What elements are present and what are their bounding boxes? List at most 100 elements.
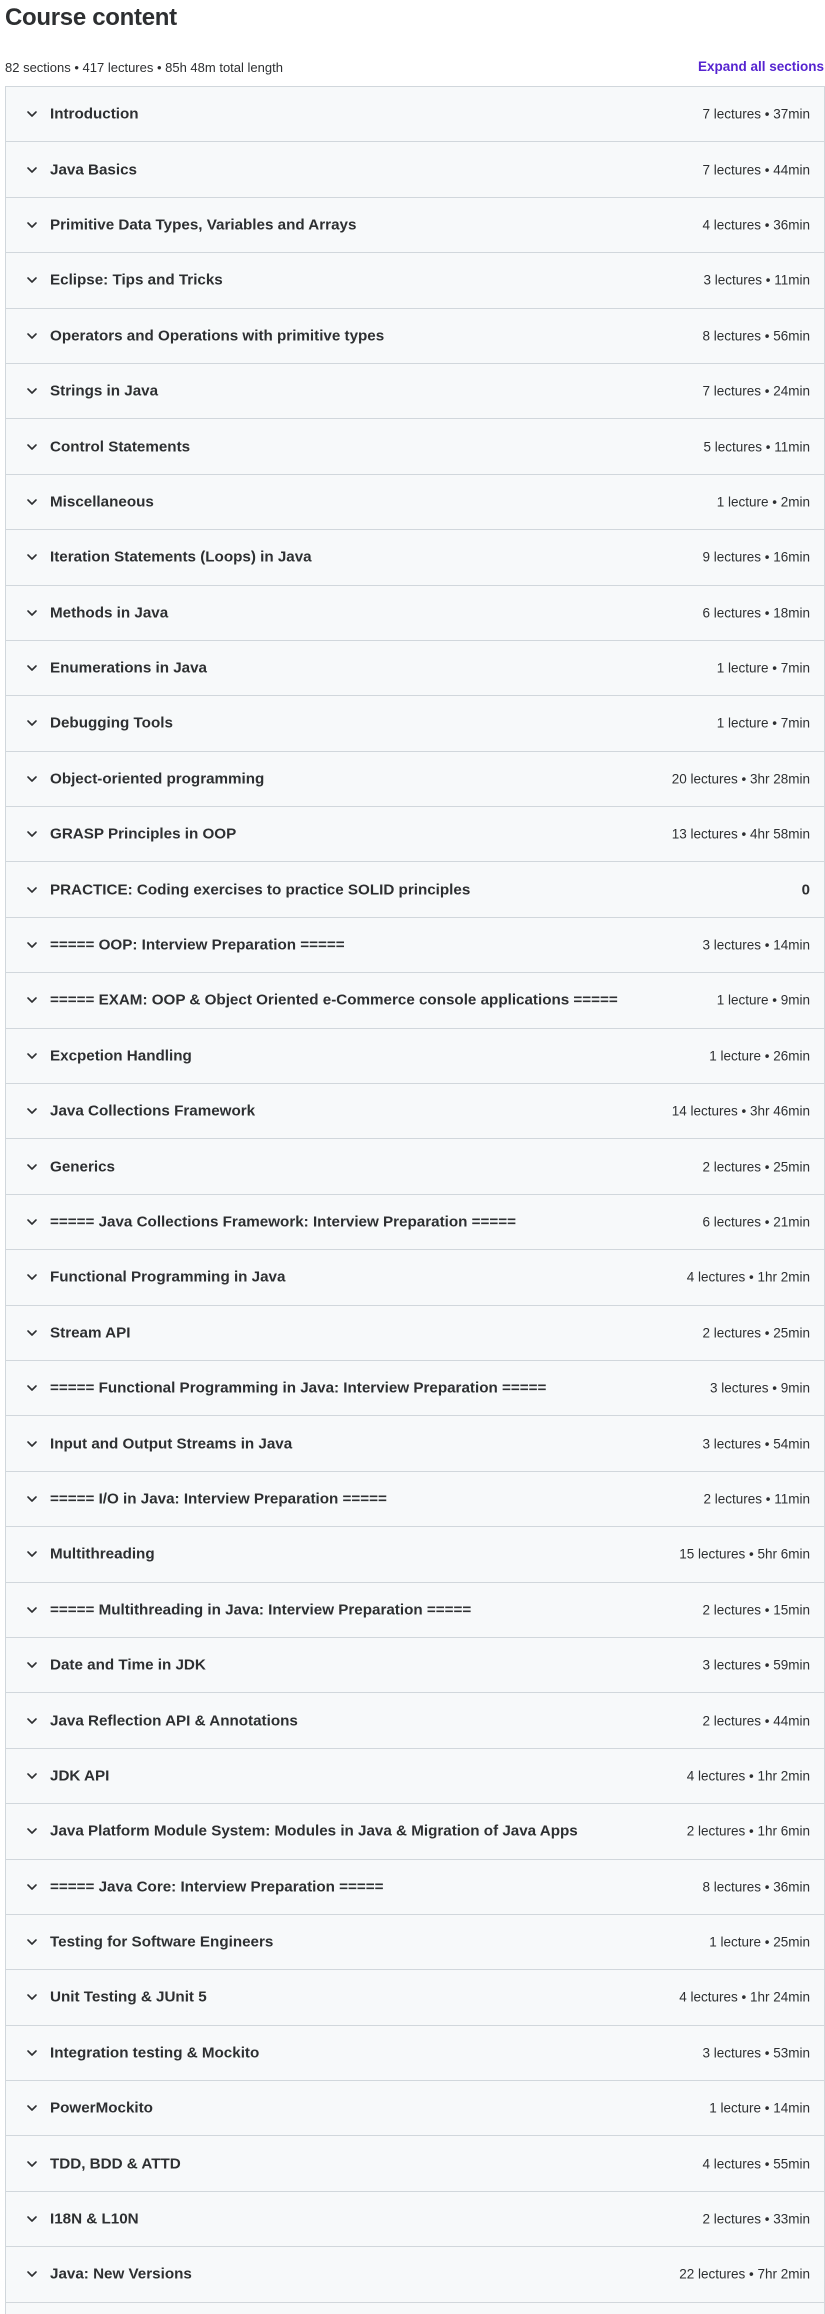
section-meta: 3 lectures • 59min [702, 1657, 810, 1673]
section-meta: 8 lectures • 36min [702, 1879, 810, 1895]
section-row[interactable]: PRACTICE: Coding exercises to practice S… [6, 862, 824, 918]
section-row[interactable]: ===== I/O in Java: Interview Preparation… [6, 1471, 824, 1528]
section-row[interactable]: Miscellaneous 1 lecture • 2min [6, 474, 824, 531]
chevron-down-icon [26, 274, 38, 286]
chevron-down-icon [26, 2268, 38, 2280]
section-meta: 2 lectures • 25min [702, 1159, 810, 1175]
section-row[interactable]: ===== Java Core: Interview Preparation =… [6, 1859, 824, 1915]
section-row[interactable]: Multithreading 15 lectures • 5hr 6min [6, 1527, 824, 1583]
section-meta: 20 lectures • 3hr 28min [671, 771, 810, 787]
section-row[interactable]: Excpetion Handling 1 lecture • 26min [6, 1028, 824, 1085]
section-row[interactable]: Introduction 7 lectures • 37min [6, 87, 824, 143]
chevron-down-icon [26, 1105, 38, 1117]
section-meta: 1 lecture • 25min [709, 1934, 810, 1950]
section-row[interactable]: Object-oriented programming 20 lectures •… [6, 751, 824, 808]
chevron-down-icon [26, 939, 38, 951]
section-meta: 2 lectures • 25min [702, 1325, 810, 1341]
section-title: Excpetion Handling [50, 1047, 192, 1065]
section-row[interactable]: Unit Testing & JUnit 5 4 lectures • 1hr 2… [6, 1970, 824, 2026]
section-row[interactable]: Eclipse: Tips and Tricks 3 lectures • 11m… [6, 253, 824, 309]
section-title: Introduction [50, 105, 139, 123]
section-row[interactable]: Java Reflection API & Annotations 2 lectu… [6, 1693, 824, 1749]
section-row[interactable]: JDK API 4 lectures • 1hr 2min [6, 1748, 824, 1805]
section-title: TDD, BDD & ATTD [50, 2155, 181, 2173]
section-row[interactable]: Date and Time in JDK 3 lectures • 59min [6, 1637, 824, 1694]
chevron-down-icon [26, 2213, 38, 2225]
section-row[interactable]: ===== EXAM: OOP & Object Oriented e-Comm… [6, 973, 824, 1029]
section-row[interactable]: GRASP Principles in OOP 13 lectures • 4hr… [6, 807, 824, 863]
section-title: Generics [50, 1158, 116, 1176]
section-title: Java Reflection API & Annotations [50, 1712, 298, 1730]
section-row[interactable]: Java Platform Module System: Modules in … [6, 1804, 824, 1860]
section-meta: 1 lecture • 9min [716, 992, 810, 1008]
section-title: ===== I/O in Java: Interview Preparation… [50, 1490, 387, 1508]
section-row[interactable]: Debugging Tools 1 lecture • 7min [6, 696, 824, 752]
chevron-down-icon [26, 662, 38, 674]
section-meta: 5 lectures • 11min [703, 439, 810, 455]
section-row[interactable]: Java: New Versions 22 lectures • 7hr 2min [6, 2247, 824, 2303]
section-row[interactable]: Testing for Software Engineers 1 lecture … [6, 1914, 824, 1971]
section-title: GRASP Principles in OOP [50, 825, 237, 843]
expand-all-sections-button[interactable]: Expand all sections [698, 59, 824, 74]
section-row[interactable]: ===== Java Collections Framework: Interv… [6, 1194, 824, 1251]
section-row[interactable]: Functional Programming in Java 4 lectures… [6, 1250, 824, 1306]
section-row[interactable] [6, 2302, 824, 2314]
section-row[interactable]: Methods in Java 6 lectures • 18min [6, 585, 824, 641]
section-title: Stream API [50, 1324, 131, 1342]
section-title: Functional Programming in Java [50, 1268, 286, 1286]
section-row[interactable]: Primitive Data Types, Variables and Arra… [6, 197, 824, 254]
chevron-down-icon [26, 2102, 38, 2114]
section-row[interactable]: Integration testing & Mockito 3 lectures … [6, 2025, 824, 2082]
section-row[interactable]: ===== Multithreading in Java: Interview … [6, 1582, 824, 1638]
section-row[interactable]: Enumerations in Java 1 lecture • 7min [6, 640, 824, 697]
section-title: ===== EXAM: OOP & Object Oriented e-Comm… [50, 991, 618, 1009]
chevron-down-icon [26, 1659, 38, 1671]
section-row[interactable]: Operators and Operations with primitive … [6, 308, 824, 364]
chevron-down-icon [26, 1715, 38, 1727]
section-row[interactable]: Input and Output Streams in Java 3 lectur… [6, 1416, 824, 1472]
section-title: Iteration Statements (Loops) in Java [50, 548, 312, 566]
section-row[interactable]: Iteration Statements (Loops) in Java 9 le… [6, 530, 824, 586]
section-title: Eclipse: Tips and Tricks [50, 271, 223, 289]
section-title: Enumerations in Java [50, 659, 207, 677]
section-row[interactable]: Java Basics 7 lectures • 44min [6, 142, 824, 198]
chevron-down-icon [26, 1271, 38, 1283]
section-row[interactable]: TDD, BDD & ATTD 4 lectures • 55min [6, 2136, 824, 2192]
section-row[interactable]: Generics 2 lectures • 25min [6, 1139, 824, 1195]
section-meta: 4 lectures • 1hr 2min [686, 1269, 810, 1285]
section-row[interactable]: PowerMockito 1 lecture • 14min [6, 2081, 824, 2137]
section-title: Miscellaneous [50, 493, 154, 511]
chevron-down-icon [26, 1825, 38, 1837]
chevron-down-icon [26, 496, 38, 508]
section-row[interactable]: Java Collections Framework 14 lectures • … [6, 1084, 824, 1140]
chevron-down-icon [26, 828, 38, 840]
section-row[interactable]: Strings in Java 7 lectures • 24min [6, 363, 824, 420]
section-row[interactable]: ===== OOP: Interview Preparation ===== 3 … [6, 917, 824, 974]
section-title: ===== Java Core: Interview Preparation =… [50, 1878, 384, 1896]
section-title: Integration testing & Mockito [50, 2044, 260, 2062]
chevron-down-icon [26, 330, 38, 342]
section-list: Introduction 7 lectures • 37min Java Basic… [5, 86, 825, 2314]
section-row[interactable]: Control Statements 5 lectures • 11min [6, 419, 824, 475]
section-meta: 6 lectures • 18min [702, 605, 810, 621]
chevron-down-icon [26, 1216, 38, 1228]
chevron-down-icon [26, 441, 38, 453]
section-meta: 2 lectures • 44min [702, 1713, 810, 1729]
section-row[interactable]: ===== Functional Programming in Java: In… [6, 1360, 824, 1417]
section-meta: 15 lectures • 5hr 6min [679, 1546, 810, 1562]
section-title: ===== Multithreading in Java: Interview … [50, 1601, 472, 1619]
section-row[interactable]: I18N & L10N 2 lectures • 33min [6, 2191, 824, 2248]
chevron-down-icon [26, 1161, 38, 1173]
section-title: Strings in Java [50, 382, 159, 400]
course-summary: 82 sections • 417 lectures • 85h 48m tot… [5, 60, 283, 75]
section-title: Object-oriented programming [50, 770, 265, 788]
section-meta: 1 lecture • 2min [716, 494, 810, 510]
section-meta: 1 lecture • 14min [709, 2100, 810, 2116]
section-title: Java: New Versions [50, 2265, 192, 2283]
chevron-down-icon [26, 1770, 38, 1782]
section-meta: 14 lectures • 3hr 46min [671, 1103, 810, 1119]
section-meta: 3 lectures • 11min [703, 272, 810, 288]
section-meta: 1 lecture • 7min [716, 660, 810, 676]
section-title: PRACTICE: Coding exercises to practice S… [50, 881, 471, 899]
section-row[interactable]: Stream API 2 lectures • 25min [6, 1305, 824, 1361]
